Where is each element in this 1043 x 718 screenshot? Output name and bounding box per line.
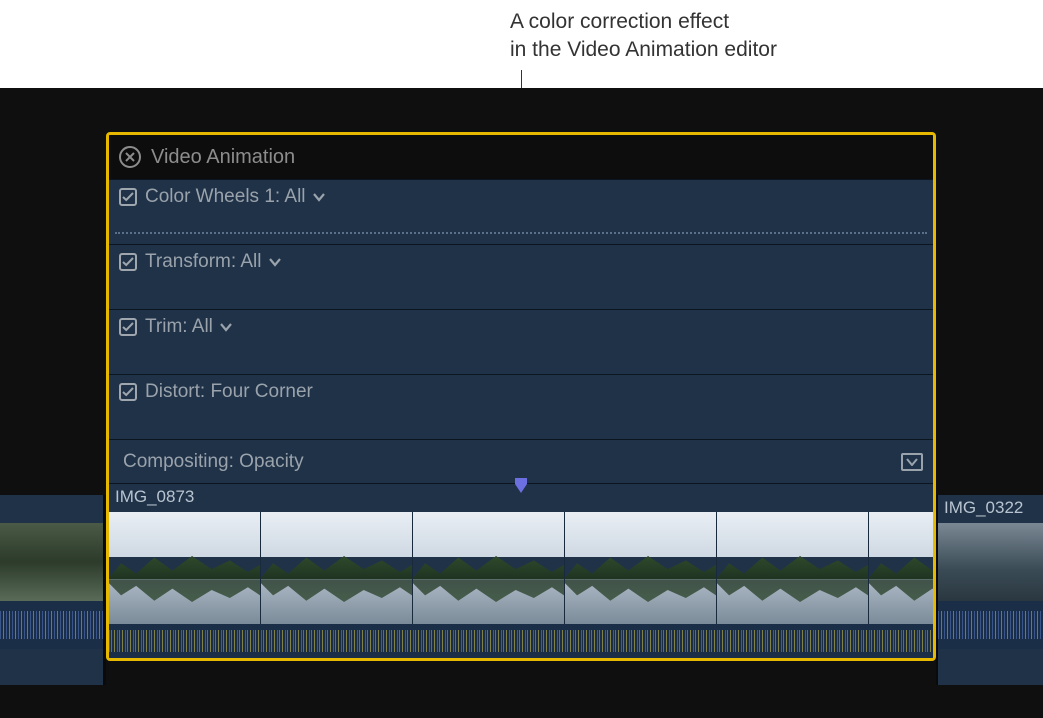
param-label: Compositing: Opacity	[123, 451, 304, 473]
filmstrip-frame	[869, 512, 933, 624]
filmstrip-frame	[413, 512, 565, 624]
checkmark-icon	[122, 387, 134, 397]
clip-waveform[interactable]	[109, 624, 933, 658]
checkmark-icon	[122, 322, 134, 332]
playhead-icon	[512, 478, 530, 494]
annotation-line-2: in the Video Animation editor	[510, 36, 777, 64]
chevron-down-icon	[268, 257, 282, 267]
video-animation-editor: Video Animation Color Wheels 1: All Tran…	[106, 132, 936, 661]
timeline-clip-left[interactable]	[0, 495, 106, 685]
keyframe-track[interactable]	[115, 232, 927, 234]
filmstrip-frame	[565, 512, 717, 624]
param-dropdown[interactable]	[312, 192, 326, 202]
param-row-transform[interactable]: Transform: All	[109, 244, 933, 309]
param-label: Distort: Four Corner	[145, 381, 313, 403]
param-label: Color Wheels 1: All	[145, 186, 306, 208]
annotation-line-1: A color correction effect	[510, 8, 777, 36]
param-label: Trim: All	[145, 316, 213, 338]
param-dropdown[interactable]	[268, 257, 282, 267]
filmstrip-frame	[261, 512, 413, 624]
param-row-trim[interactable]: Trim: All	[109, 309, 933, 374]
clip-preview-area: IMG_0873	[109, 483, 933, 658]
annotation-caption: A color correction effect in the Video A…	[510, 8, 777, 65]
timeline-clip-right[interactable]: IMG_0322	[936, 495, 1043, 685]
chevron-down-icon	[312, 192, 326, 202]
clip-thumbnail	[938, 523, 1043, 601]
clip-waveform	[0, 601, 103, 649]
clip-thumbnail	[0, 523, 103, 601]
param-label: Transform: All	[145, 251, 262, 273]
clip-name-label: IMG_0322	[944, 498, 1023, 518]
clip-waveform	[938, 601, 1043, 649]
checkmark-icon	[122, 257, 134, 267]
expand-keyframe-editor-button[interactable]	[901, 453, 923, 471]
param-row-distort[interactable]: Distort: Four Corner	[109, 374, 933, 439]
checkmark-icon	[122, 192, 134, 202]
effect-enable-checkbox[interactable]	[119, 188, 137, 206]
effect-enable-checkbox[interactable]	[119, 253, 137, 271]
chevron-down-icon	[219, 322, 233, 332]
editor-header: Video Animation	[109, 135, 933, 179]
filmstrip-frame	[717, 512, 869, 624]
param-row-compositing[interactable]: Compositing: Opacity	[109, 439, 933, 483]
effect-enable-checkbox[interactable]	[119, 318, 137, 336]
playhead-marker[interactable]	[512, 478, 530, 494]
close-button[interactable]	[119, 146, 141, 168]
effect-enable-checkbox[interactable]	[119, 383, 137, 401]
editor-title: Video Animation	[151, 146, 295, 169]
chevron-down-icon	[906, 458, 918, 466]
close-icon	[125, 152, 135, 162]
filmstrip-frame	[109, 512, 261, 624]
param-dropdown[interactable]	[219, 322, 233, 332]
clip-filmstrip[interactable]	[109, 512, 933, 624]
param-row-color-wheels[interactable]: Color Wheels 1: All	[109, 179, 933, 244]
